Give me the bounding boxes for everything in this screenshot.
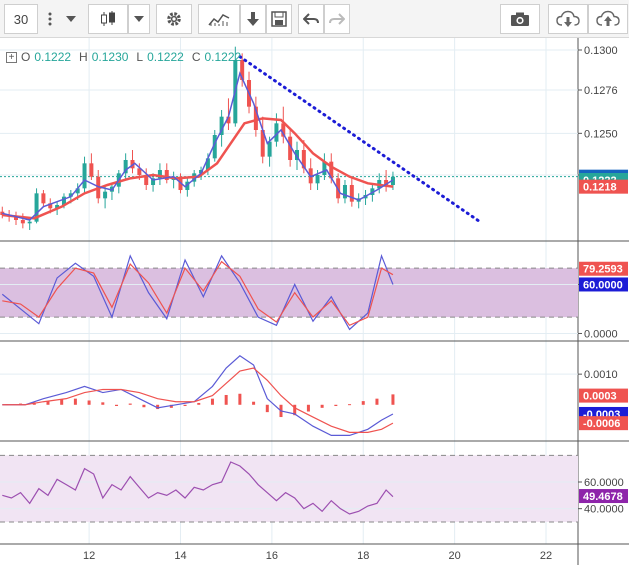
candle-body [267,141,272,157]
macd-histogram-bar [334,404,338,407]
macd-histogram-bar [73,398,77,405]
chart-canvas[interactable]: 1214161820220.13000.12760.12500.12250.12… [0,38,629,565]
fast-ma-line [2,71,394,221]
low-label: L [136,50,144,64]
price-label-value: -0.0006 [583,418,620,430]
publish-button[interactable] [588,4,628,34]
redo-icon [329,12,345,26]
macd-histogram-bar [320,404,324,408]
macd-histogram-bar [128,403,132,405]
arrow-down-icon [247,11,259,27]
candle-body [103,191,108,199]
open-value: 0.1222 [34,50,72,64]
macd-histogram-bar [197,402,201,405]
macd-histogram-bar [142,404,146,408]
x-tick-label: 16 [266,550,278,562]
save-button[interactable] [266,4,292,34]
stoch-band [0,268,578,318]
macd-histogram-bar [87,400,91,405]
floppy-disk-icon [271,11,287,27]
candle-body [342,185,347,199]
high-value: 0.1230 [91,50,129,64]
macd-histogram-bar [210,398,214,405]
macd-histogram-bar [224,394,228,405]
vertical-dots-icon[interactable] [40,4,60,34]
price-label-value: 49.4678 [583,491,623,503]
rsi-band [0,455,578,522]
macd-histogram-bar [238,393,242,405]
top-toolbar: 30 [0,0,629,38]
open-label: O [21,50,31,64]
x-tick-label: 18 [357,550,369,562]
gear-icon [165,10,183,28]
macd-histogram-bar [101,402,105,405]
x-tick-label: 22 [540,550,552,562]
candle-body [27,221,32,224]
x-tick-label: 14 [174,550,186,562]
chart-area[interactable]: 1214161820220.13000.12760.12500.12250.12… [0,38,629,565]
macd-histogram-bar [183,404,187,407]
camera-icon [510,11,530,27]
load-layout-button[interactable] [548,4,588,34]
y-tick-label: 60.0000 [584,477,624,489]
price-label-value: 0.1218 [583,182,617,194]
candle-body [41,193,46,204]
candle-body [82,163,87,189]
candle-body [89,163,94,177]
undo-icon [303,12,319,26]
low-value: 0.1222 [147,50,184,64]
snapshot-button[interactable] [500,4,540,34]
macd-histogram-bar [115,404,119,407]
candle-body [20,220,25,224]
candle-body [349,185,354,202]
settings-button[interactable] [156,4,192,34]
price-label-value: 79.2593 [583,264,623,276]
chart-type-dropdown[interactable] [128,4,150,34]
y-tick-label: 0.0010 [584,369,618,381]
price-label-value: 60.0000 [583,279,623,291]
macd-line [2,355,394,437]
interval-button[interactable]: 30 [4,4,38,34]
x-tick-label: 12 [83,550,95,562]
x-tick-label: 20 [449,550,461,562]
cloud-upload-icon [596,10,620,28]
price-label-value: 0.0003 [583,391,617,403]
macd-histogram-bar [391,394,395,405]
macd-histogram-bar [306,404,310,412]
macd-histogram-bar [252,401,256,405]
interval-label: 30 [13,11,29,27]
high-label: H [79,50,88,64]
y-tick-label: 0.1300 [584,45,618,57]
ohlc-legend: + O 0.1222 H 0.1230 L 0.1222 C 0.1222 [6,50,245,64]
y-tick-label: 0.1250 [584,128,618,140]
macd-histogram-bar [265,404,269,413]
y-tick-label: 0.1276 [584,85,618,97]
expand-plus-icon[interactable]: + [6,51,17,63]
redo-button[interactable] [324,4,350,34]
y-tick-label: 0.0000 [584,328,618,340]
undo-button[interactable] [298,4,324,34]
macd-histogram-bar [375,398,379,405]
indicators-icon [208,11,230,27]
macd-histogram-bar [361,401,365,405]
download-button[interactable] [240,4,266,34]
caret-down-icon [134,16,144,22]
chart-type-button[interactable] [88,4,128,34]
cloud-download-icon [556,10,580,28]
macd-histogram-bar [60,399,64,405]
close-label: C [191,50,201,64]
candle-body [315,175,320,184]
macd-histogram-bar [348,404,352,406]
candlestick-icon [99,10,117,28]
indicators-button[interactable] [198,4,240,34]
caret-down-icon[interactable] [60,4,82,34]
y-tick-label: 40.0000 [584,504,624,516]
close-value: 0.1222 [204,50,242,64]
